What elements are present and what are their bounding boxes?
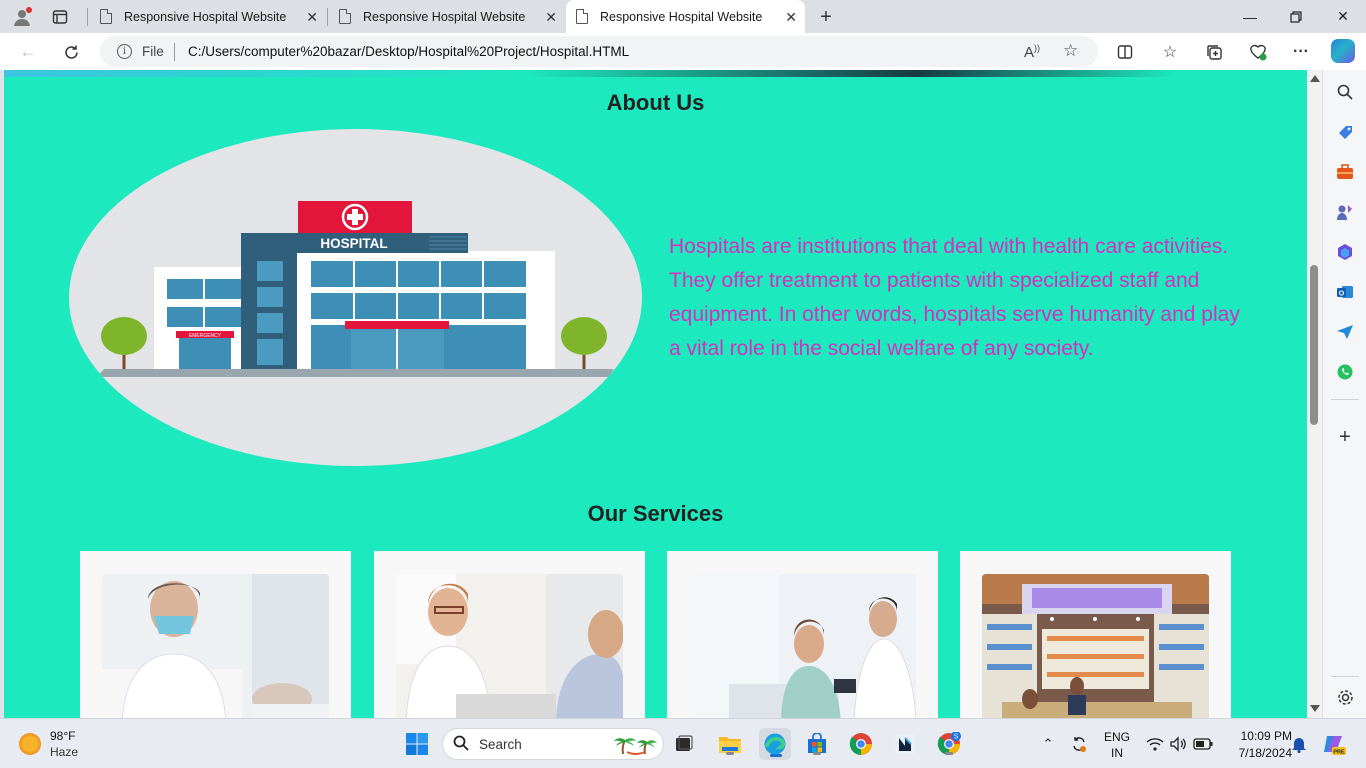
send-icon[interactable] (1334, 321, 1356, 343)
refresh-icon[interactable] (58, 39, 84, 65)
service-card[interactable] (80, 551, 351, 718)
palm-tree-search-highlight-icon (611, 732, 657, 761)
read-aloud-icon[interactable]: A)) (1024, 43, 1040, 61)
scroll-down-icon[interactable] (1310, 705, 1320, 712)
outlook-icon[interactable]: O (1334, 281, 1356, 303)
close-tab-icon[interactable]: ✕ (306, 9, 318, 26)
nurse-with-mask-and-patient-photo (102, 574, 329, 718)
edge-browser-icon[interactable] (759, 728, 791, 760)
svg-text:HOSPITAL: HOSPITAL (320, 236, 387, 251)
settings-more-icon[interactable]: ··· (1290, 41, 1312, 63)
games-icon[interactable] (1334, 201, 1356, 223)
close-tab-icon[interactable]: ✕ (785, 9, 797, 26)
collections-icon[interactable] (1203, 41, 1225, 63)
service-card[interactable] (667, 551, 938, 718)
services-heading: Our Services (587, 501, 724, 526)
search-icon (453, 735, 469, 755)
tree-icon (561, 317, 607, 369)
scroll-thumb[interactable] (1310, 265, 1318, 425)
browser-toolbar: ← i File C:/Users/computer%20bazar/Deskt… (0, 33, 1366, 70)
search-icon[interactable] (1334, 81, 1356, 103)
chrome-icon[interactable] (847, 730, 875, 758)
scroll-up-icon[interactable] (1310, 75, 1320, 82)
svg-text:O: O (1339, 291, 1345, 298)
edge-sidebar: O + (1322, 70, 1366, 718)
header-image-edge (4, 70, 1307, 77)
notification-bell-icon[interactable] (1285, 730, 1313, 758)
tab-strip: Responsive Hospital Website ✕ Responsive… (0, 0, 1366, 33)
minimize-icon[interactable]: — (1227, 0, 1273, 33)
system-clock[interactable]: 10:09 PM 7/18/2024 (1222, 729, 1292, 760)
svg-text:EMERGENCY: EMERGENCY (189, 333, 222, 339)
service-card[interactable] (374, 551, 645, 718)
chevron-up-icon[interactable]: ⌃ (1034, 730, 1062, 758)
tab-title: Responsive Hospital Website (363, 9, 526, 24)
about-paragraph: Hospitals are institutions that deal wit… (669, 235, 1240, 360)
scheme-label: File (142, 44, 164, 59)
add-sidebar-app-icon[interactable]: + (1334, 426, 1356, 448)
site-info-icon[interactable]: i (117, 44, 132, 59)
doctor-consultation-photo (396, 574, 623, 718)
address-bar[interactable]: i File C:/Users/computer%20bazar/Desktop… (100, 36, 1098, 67)
microsoft-365-icon[interactable] (1334, 241, 1356, 263)
tree-icon (101, 317, 147, 369)
shopping-tag-icon[interactable] (1334, 121, 1356, 143)
tools-briefcase-icon[interactable] (1334, 161, 1356, 183)
sidebar-settings-gear-icon[interactable] (1334, 686, 1356, 708)
split-screen-icon[interactable] (1114, 41, 1136, 63)
page-icon (100, 9, 112, 24)
search-label: Search (479, 737, 522, 752)
svg-text:PRE: PRE (1333, 750, 1345, 756)
browser-essentials-icon[interactable] (1247, 41, 1269, 63)
tab-actions-icon[interactable] (49, 6, 71, 28)
chrome-profile-icon[interactable]: S (935, 730, 963, 758)
copilot-pre-icon[interactable]: PRE (1320, 730, 1348, 758)
close-window-icon[interactable]: ✕ (1320, 0, 1366, 33)
windows-taskbar: 98°F Haze Search S ⌃ ENG IN 10:09 PM 7/1… (0, 718, 1366, 768)
whatsapp-icon[interactable] (1334, 361, 1356, 383)
about-heading: About Us (606, 90, 705, 115)
favorite-star-icon[interactable]: ☆ (1063, 41, 1078, 61)
windows-start-icon[interactable] (403, 730, 431, 758)
pharmacy-store-photo (982, 574, 1209, 718)
web-page: About Us EMERGENCY HOSPITAL Hospitals ar… (4, 70, 1307, 718)
weather-description[interactable]: Haze (50, 745, 78, 759)
browser-tab-active[interactable]: Responsive Hospital Website ✕ (566, 0, 805, 33)
tab-title: Responsive Hospital Website (124, 9, 287, 24)
microsoft-store-icon[interactable] (803, 730, 831, 758)
profile-icon[interactable] (11, 6, 33, 28)
page-icon (339, 9, 351, 24)
hospital-illustration: EMERGENCY HOSPITAL (69, 129, 642, 466)
browser-tab[interactable]: Responsive Hospital Website ✕ (329, 0, 565, 33)
new-tab-icon[interactable]: + (815, 6, 837, 28)
browser-tab[interactable]: Responsive Hospital Website ✕ (90, 0, 326, 33)
sync-icon[interactable] (1065, 730, 1093, 758)
volume-icon[interactable] (1164, 730, 1192, 758)
tab-title: Responsive Hospital Website (600, 9, 763, 24)
restore-icon[interactable] (1273, 0, 1319, 33)
service-card[interactable] (960, 551, 1231, 718)
battery-icon[interactable] (1189, 730, 1217, 758)
task-view-icon[interactable] (670, 730, 698, 758)
copilot-icon[interactable] (1331, 39, 1355, 63)
page-scrollbar[interactable] (1307, 70, 1322, 718)
file-explorer-icon[interactable] (716, 730, 744, 758)
page-icon (576, 9, 588, 24)
language-indicator[interactable]: ENG IN (1102, 730, 1132, 760)
back-icon[interactable]: ← (15, 39, 41, 65)
app-shortcut-icon[interactable] (891, 730, 919, 758)
close-tab-icon[interactable]: ✕ (545, 9, 557, 26)
svg-text:S: S (954, 734, 959, 741)
taskbar-search[interactable]: Search (442, 728, 664, 760)
favorites-icon[interactable]: ☆ (1159, 41, 1181, 63)
weather-temperature[interactable]: 98°F (50, 729, 75, 743)
weather-haze-icon[interactable] (19, 733, 41, 755)
url-text[interactable]: C:/Users/computer%20bazar/Desktop/Hospit… (188, 44, 629, 59)
doctor-checking-blood-pressure-photo (689, 574, 916, 718)
